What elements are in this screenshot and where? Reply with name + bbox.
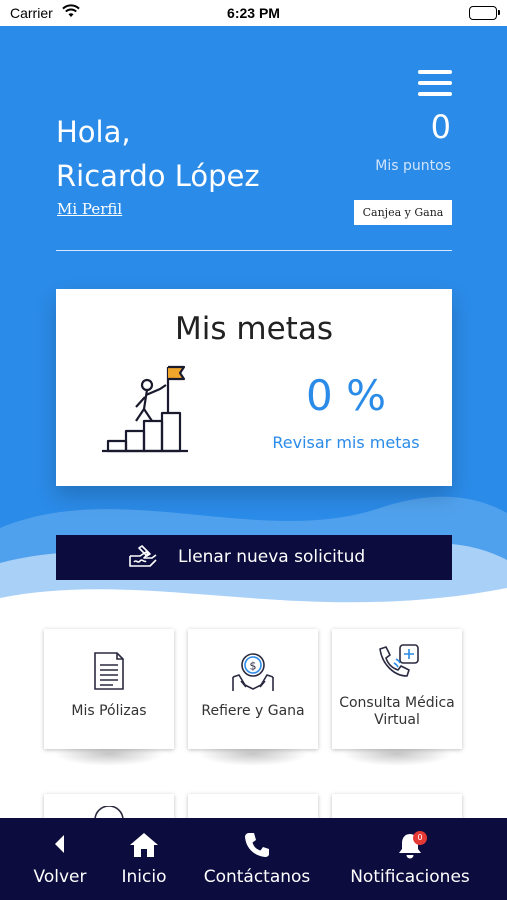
tile-label: Mis Pólizas xyxy=(71,703,147,719)
svg-text:$: $ xyxy=(250,660,257,673)
status-bar: Carrier 6:23 PM xyxy=(0,0,507,26)
nav-label: Volver xyxy=(33,867,87,887)
notification-badge: 0 xyxy=(413,831,427,845)
hands-coin-icon: $ xyxy=(188,651,318,695)
goals-title: Mis metas xyxy=(175,311,333,347)
hamburger-menu-icon[interactable] xyxy=(418,70,452,100)
nav-notifications[interactable]: 0 Notificaciones xyxy=(336,818,484,900)
tile-my-policies[interactable]: Mis Pólizas xyxy=(44,629,174,749)
tile-label: Consulta Médica Virtual xyxy=(339,695,455,728)
greeting-text: Hola, xyxy=(56,115,131,149)
nav-contact[interactable]: Contáctanos xyxy=(196,818,318,900)
points-value: 0 xyxy=(430,108,451,146)
new-application-label: Llenar nueva solicitud xyxy=(178,547,366,567)
phone-icon xyxy=(196,832,318,858)
bell-icon xyxy=(336,832,484,860)
nav-label: Inicio xyxy=(121,867,167,887)
tile-refer-and-earn[interactable]: $ Refiere y Gana xyxy=(188,629,318,749)
tile-label: Refiere y Gana xyxy=(201,703,305,719)
user-name: Ricardo López xyxy=(56,159,260,193)
divider xyxy=(56,250,452,251)
battery-icon xyxy=(469,6,500,20)
my-profile-link[interactable]: Mi Perfil xyxy=(57,200,122,218)
nav-back[interactable]: Volver xyxy=(20,818,100,900)
bottom-navigation: Volver Inicio Contáctanos 0 Notificacion… xyxy=(0,818,507,900)
phone-medical-icon xyxy=(332,643,462,687)
nav-label: Notificaciones xyxy=(350,867,470,887)
document-icon xyxy=(44,651,174,691)
tile-virtual-consultation[interactable]: Consulta Médica Virtual xyxy=(332,629,462,749)
home-icon xyxy=(106,832,182,858)
nav-label: Contáctanos xyxy=(203,867,311,887)
nav-home[interactable]: Inicio xyxy=(106,818,182,900)
back-arrow-icon xyxy=(20,832,100,856)
signing-hand-icon xyxy=(128,544,158,574)
greeting: Hola, Ricardo López xyxy=(56,110,260,198)
goals-card[interactable]: Mis metas 0 % Revisar mis metas xyxy=(56,289,452,486)
header-panel: Hola, Ricardo López Mi Perfil 0 Mis punt… xyxy=(0,26,507,638)
redeem-button[interactable]: Canjea y Gana xyxy=(354,200,452,225)
new-application-button[interactable]: Llenar nueva solicitud xyxy=(56,535,452,580)
review-goals-link[interactable]: Revisar mis metas xyxy=(251,433,441,452)
climbing-goal-icon xyxy=(100,363,190,459)
points-label: Mis puntos xyxy=(375,158,451,174)
clock: 6:23 PM xyxy=(227,5,280,21)
goals-percent: 0 % xyxy=(306,371,386,420)
